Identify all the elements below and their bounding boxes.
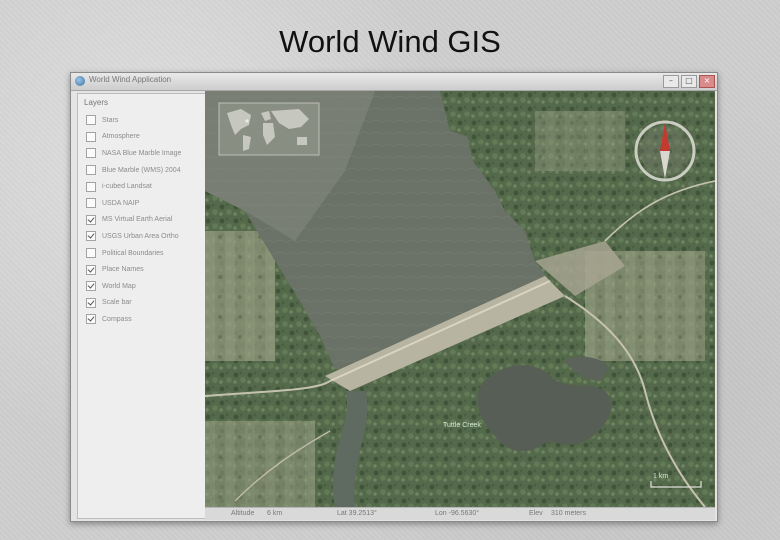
layer-checkbox[interactable] xyxy=(86,131,96,142)
field-patch xyxy=(205,231,275,361)
layer-label: NASA Blue Marble Image xyxy=(102,149,182,157)
layer-checkbox[interactable] xyxy=(86,231,96,242)
status-bar: Altitude 6 km Lat 39.2513° Lon -96.5630°… xyxy=(205,507,715,520)
layer-label: World Map xyxy=(102,282,136,290)
layer-item[interactable]: MS Virtual Earth Aerial xyxy=(86,212,181,229)
minimize-button[interactable]: – xyxy=(663,75,679,88)
status-elevation-value: 310 meters xyxy=(551,510,587,517)
layer-item[interactable]: USGS Urban Area Ortho xyxy=(86,228,181,245)
layer-item[interactable]: Stars xyxy=(86,112,181,129)
scale-bar-label: 1 km xyxy=(653,473,668,480)
layer-checkbox[interactable] xyxy=(86,314,96,325)
layer-item[interactable]: Blue Marble (WMS) 2004 xyxy=(86,162,181,179)
app-window: World Wind Application – □ × Layers Star… xyxy=(70,72,718,522)
layer-checkbox[interactable] xyxy=(86,165,96,176)
close-button[interactable]: × xyxy=(699,75,715,88)
place-name-label: Tuttle Creek xyxy=(443,422,481,429)
layers-heading: Layers xyxy=(84,98,109,107)
layer-item[interactable]: USDA NAIP xyxy=(86,195,181,212)
window-titlebar[interactable]: World Wind Application – □ × xyxy=(71,73,717,91)
layer-checkbox[interactable] xyxy=(86,281,96,292)
layer-panel: Layers Stars Atmosphere NASA Blue Marble I… xyxy=(77,93,207,519)
layer-item[interactable]: Place Names xyxy=(86,261,181,278)
field-patch xyxy=(535,111,625,171)
layer-label: Atmosphere xyxy=(102,133,140,141)
layer-checkbox[interactable] xyxy=(86,264,96,275)
layer-label: Scale bar xyxy=(102,299,132,307)
field-patch xyxy=(205,421,315,507)
layer-label: i-cubed Landsat xyxy=(102,183,152,191)
layer-checkbox[interactable] xyxy=(86,148,96,159)
layer-label: USGS Urban Area Ortho xyxy=(102,232,179,240)
slide-title: World Wind GIS xyxy=(279,24,501,59)
layer-label: Stars xyxy=(102,116,119,124)
layer-item[interactable]: i-cubed Landsat xyxy=(86,178,181,195)
status-elevation-label: Elev xyxy=(529,510,543,517)
layer-item[interactable]: Compass xyxy=(86,311,181,328)
layer-item[interactable]: Scale bar xyxy=(86,295,181,312)
layer-item[interactable]: Atmosphere xyxy=(86,129,181,146)
layer-checkbox[interactable] xyxy=(86,198,96,209)
world-map-overlay[interactable] xyxy=(218,102,320,156)
window-title: World Wind Application xyxy=(89,75,172,84)
layer-item[interactable]: Political Boundaries xyxy=(86,245,181,262)
status-latitude: Lat 39.2513° xyxy=(337,510,377,517)
window-controls: – □ × xyxy=(663,75,715,88)
app-globe-icon xyxy=(75,76,85,86)
layer-label: Political Boundaries xyxy=(102,249,164,257)
layer-checkbox[interactable] xyxy=(86,115,96,126)
map-view[interactable]: Tuttle Creek 1 km xyxy=(205,91,715,507)
status-longitude: Lon -96.5630° xyxy=(435,510,480,517)
status-altitude-label: Altitude xyxy=(231,510,255,517)
layer-checkbox[interactable] xyxy=(86,181,96,192)
layer-label: USDA NAIP xyxy=(102,199,140,207)
layer-label: Compass xyxy=(102,315,132,323)
layer-checkbox[interactable] xyxy=(86,248,96,259)
layer-label: MS Virtual Earth Aerial xyxy=(102,216,173,224)
layer-checkbox[interactable] xyxy=(86,297,96,308)
layer-label: Blue Marble (WMS) 2004 xyxy=(102,166,181,174)
map-canvas[interactable]: Tuttle Creek 1 km xyxy=(205,91,715,507)
layer-list: Stars Atmosphere NASA Blue Marble Image Blu… xyxy=(86,112,181,328)
layer-item[interactable]: World Map xyxy=(86,278,181,295)
layer-checkbox[interactable] xyxy=(86,214,96,225)
layer-label: Place Names xyxy=(102,266,144,274)
status-altitude-value: 6 km xyxy=(267,510,283,517)
compass[interactable] xyxy=(634,120,696,182)
layer-item[interactable]: NASA Blue Marble Image xyxy=(86,145,181,162)
maximize-button[interactable]: □ xyxy=(681,75,697,88)
